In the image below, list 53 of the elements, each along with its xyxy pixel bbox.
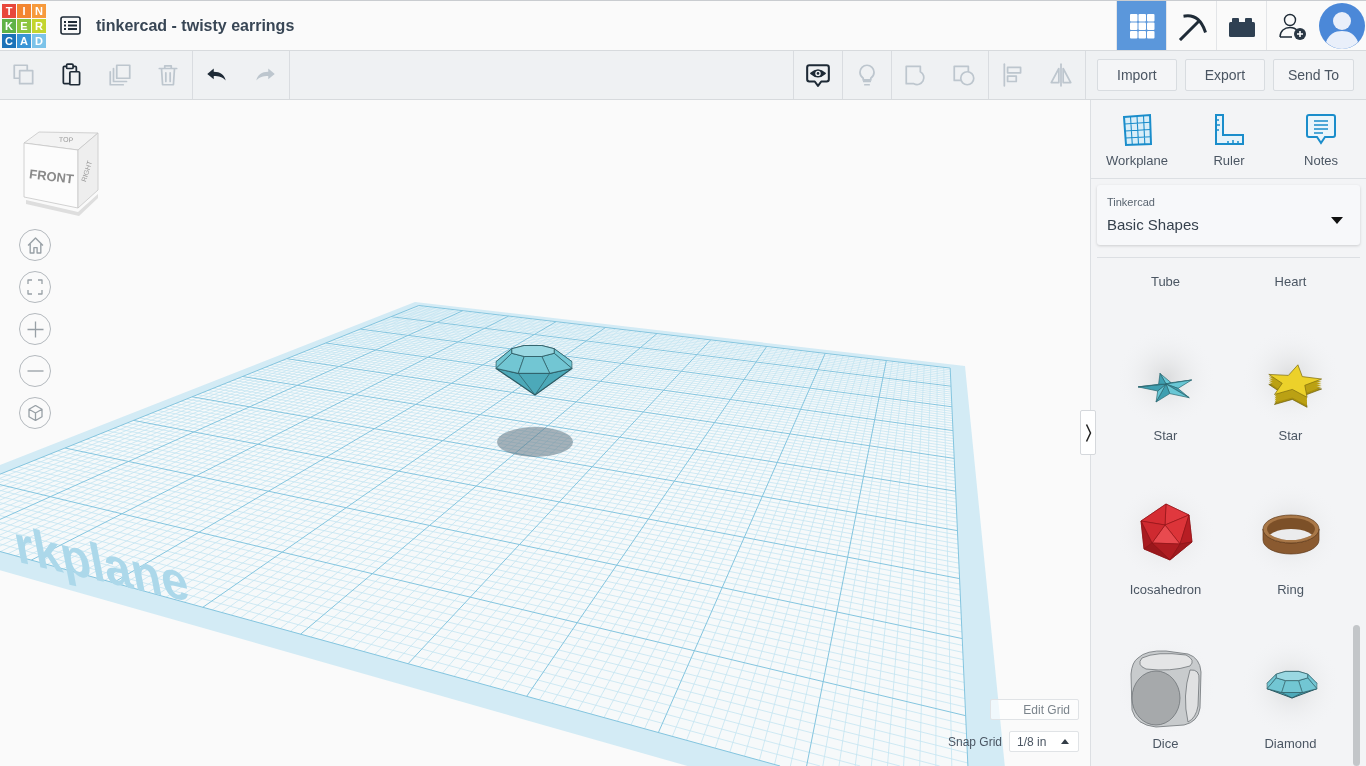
shape-item[interactable]: Icosahedron xyxy=(1103,450,1228,604)
collapse-panel-button[interactable] xyxy=(1080,410,1096,455)
trash-icon xyxy=(155,62,181,88)
minus-icon xyxy=(26,370,44,372)
workplane-tool-button[interactable]: Workplane xyxy=(1091,100,1183,178)
square-circle-icon xyxy=(950,62,977,88)
logo-tile: N xyxy=(32,3,46,18)
workplane-label: rkplane xyxy=(8,513,194,614)
logo-tile: E xyxy=(17,18,31,33)
caret-up-icon xyxy=(1061,739,1069,744)
zoom-out-button[interactable] xyxy=(19,355,51,387)
zoom-in-button[interactable] xyxy=(19,313,51,345)
view-cube[interactable] xyxy=(23,131,99,216)
logo-tile: K xyxy=(2,18,16,33)
snap-grid-label: Snap Grid xyxy=(947,734,1002,749)
caret-down-icon xyxy=(1331,216,1343,224)
shape-item[interactable]: Dice xyxy=(1103,604,1228,758)
list-icon[interactable] xyxy=(60,16,81,35)
shape-item[interactable]: Star xyxy=(1103,296,1228,450)
logo-tile: T xyxy=(2,3,16,18)
logo-tile: A xyxy=(17,33,31,48)
home-view-button[interactable] xyxy=(19,229,51,261)
shape-item[interactable]: Ring xyxy=(1228,450,1353,604)
plus-icon xyxy=(26,320,44,338)
chevron-right-icon xyxy=(1084,422,1092,443)
send-to-button[interactable]: Send To xyxy=(1272,59,1354,91)
export-button[interactable]: Export xyxy=(1184,59,1265,91)
ruler-tool-button[interactable]: Ruler xyxy=(1183,100,1275,178)
logo-tile: D xyxy=(32,33,46,48)
edit-grid-button[interactable]: Edit Grid xyxy=(990,699,1079,720)
notes-tool-button[interactable]: Notes xyxy=(1275,100,1366,178)
cube-icon xyxy=(27,405,43,421)
shape-item[interactable]: Tube xyxy=(1103,274,1228,296)
copy-icon xyxy=(11,62,37,88)
snap-grid-select[interactable]: 1/8 in xyxy=(1009,731,1079,752)
shape-item[interactable]: Heart xyxy=(1228,274,1353,296)
fit-view-button[interactable] xyxy=(19,271,51,303)
import-button[interactable]: Import xyxy=(1096,59,1177,91)
home-icon xyxy=(26,236,44,254)
library-dropdown[interactable]: Tinkercad Basic Shapes xyxy=(1097,185,1360,245)
scrollbar-thumb[interactable] xyxy=(1353,625,1360,766)
mirror-icon xyxy=(1047,62,1074,88)
ortho-view-button[interactable] xyxy=(19,397,51,429)
shape-item[interactable]: Diamond xyxy=(1228,604,1353,758)
logo-tile: R xyxy=(32,18,46,33)
shape-item[interactable]: Star xyxy=(1228,296,1353,450)
eye-bubble-icon xyxy=(804,62,831,88)
logo-tile: I xyxy=(17,3,31,18)
stacked-squares-icon xyxy=(107,62,133,88)
logo-tile: C xyxy=(2,33,16,48)
corner-brackets-icon xyxy=(27,279,43,295)
design-title: tinkercad - twisty earrings xyxy=(96,16,295,35)
cube-face-label: FRONT xyxy=(28,166,75,187)
